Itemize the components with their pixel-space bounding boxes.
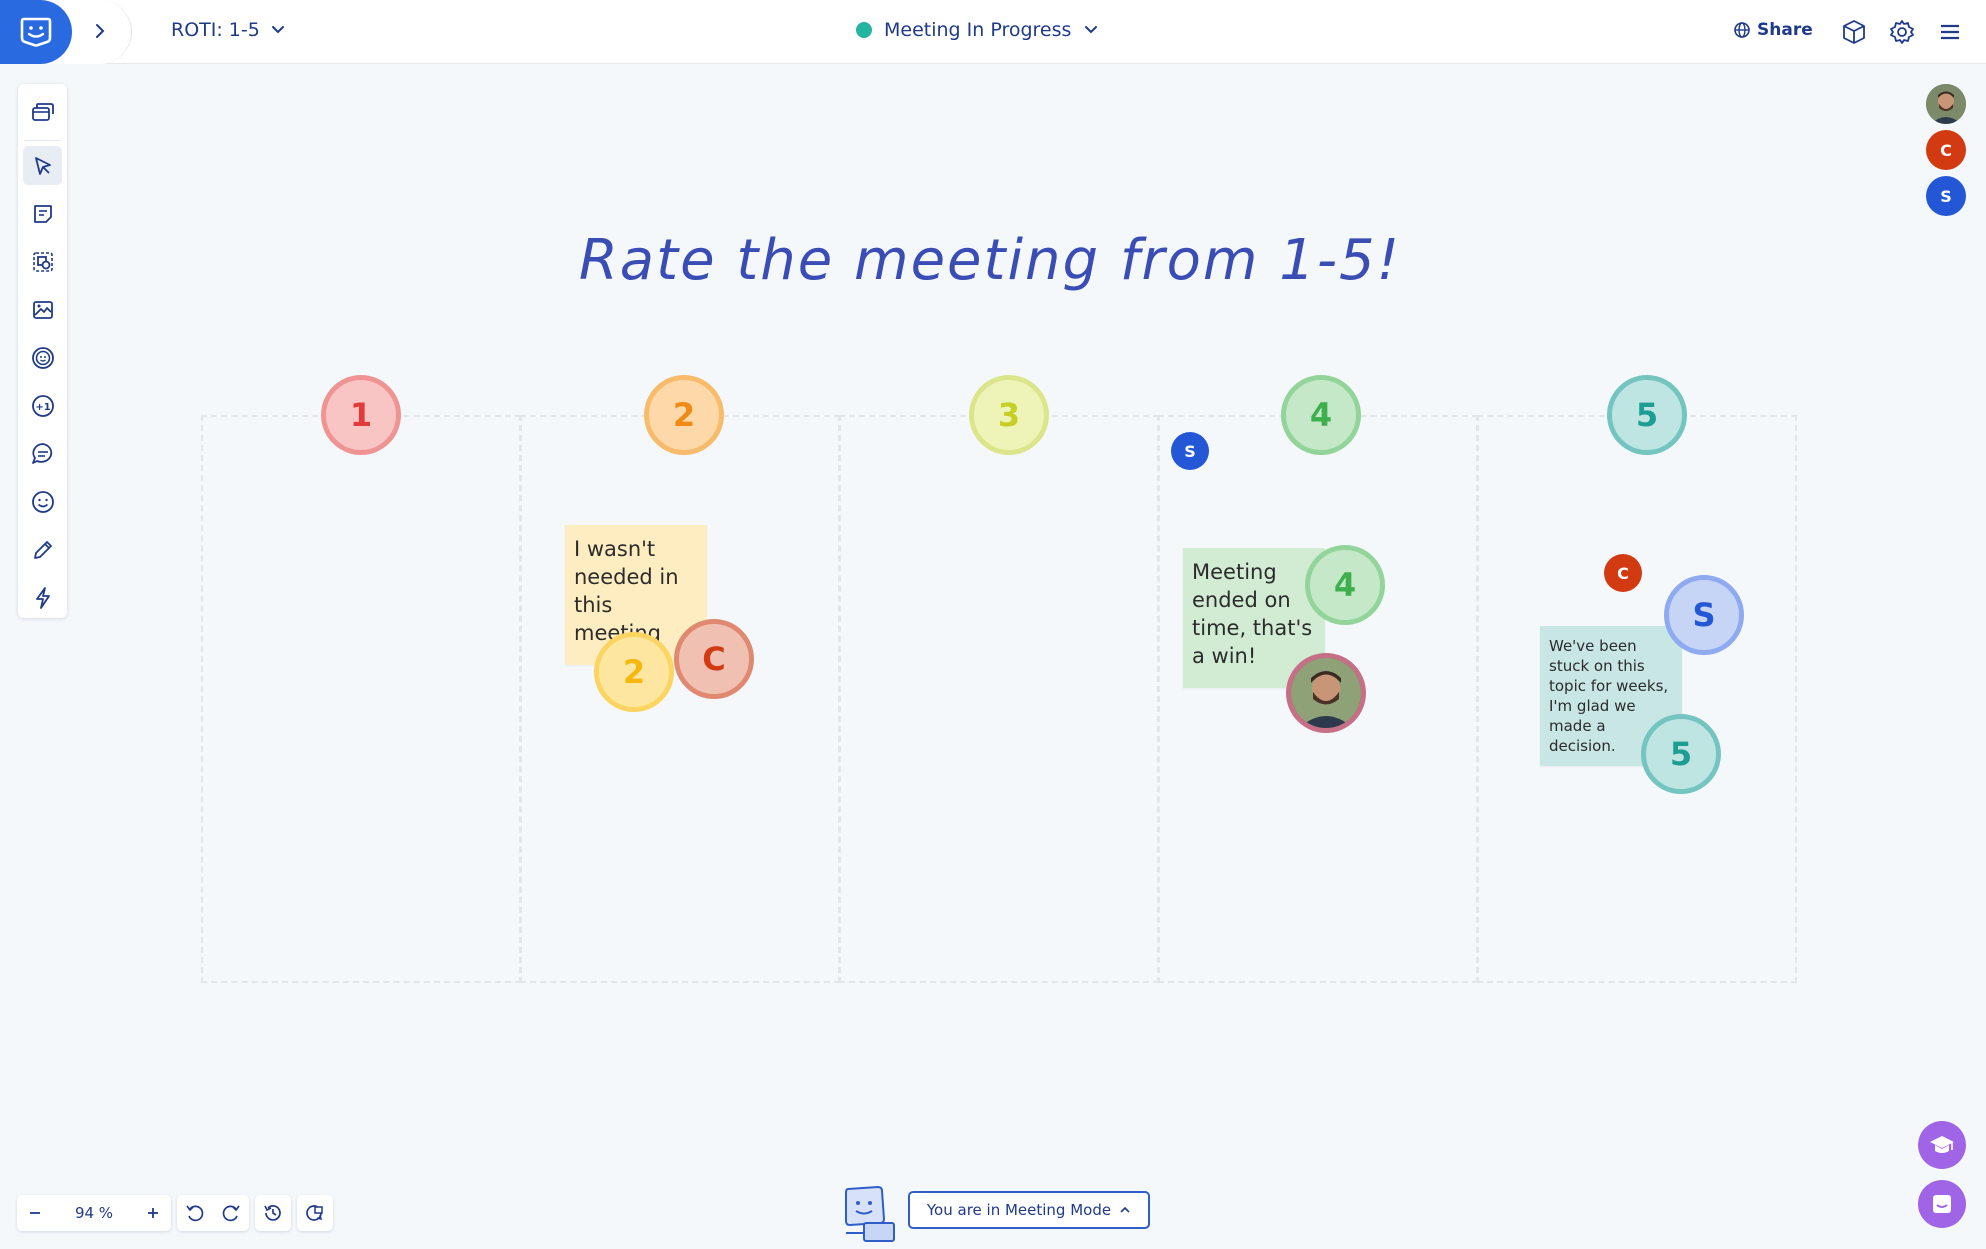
user-photo-vote[interactable] <box>1286 653 1366 733</box>
rating-badge-2[interactable]: 2 <box>644 375 724 455</box>
board-heading[interactable]: Rate the meeting from 1-5! <box>560 228 1420 293</box>
undo-redo-box <box>177 1195 249 1231</box>
plus-icon <box>148 1208 158 1218</box>
minimap-button[interactable] <box>297 1195 333 1231</box>
rating-column-1[interactable] <box>201 415 521 983</box>
avatar-initial: C <box>1940 140 1952 160</box>
comment-icon <box>31 442 52 464</box>
rating-badge-4[interactable]: 4 <box>1281 375 1361 455</box>
rating-column-2[interactable] <box>520 415 840 983</box>
undo-button[interactable] <box>177 1195 213 1231</box>
redo-icon <box>222 1205 240 1222</box>
rating-badge-1[interactable]: 1 <box>321 375 401 455</box>
undo-icon <box>186 1205 204 1222</box>
academy-button[interactable] <box>1918 1121 1966 1169</box>
chat-icon <box>1933 1195 1951 1213</box>
emoji-tool[interactable] <box>23 482 62 521</box>
zoom-in-button[interactable] <box>135 1195 171 1231</box>
left-toolbar: +1 <box>18 84 67 618</box>
vote-chip[interactable]: 5 <box>1641 714 1721 794</box>
user-vote-avatar[interactable]: S <box>1664 575 1744 655</box>
history-box <box>255 1195 291 1231</box>
status-dot <box>856 22 872 38</box>
avatar-photo[interactable] <box>1926 84 1966 124</box>
mascot-icon <box>845 1185 895 1242</box>
redo-button[interactable] <box>213 1195 249 1231</box>
user-vote-avatar[interactable]: C <box>674 619 754 699</box>
rating-badge-3[interactable]: 3 <box>969 375 1049 455</box>
minimap-box <box>297 1195 333 1231</box>
zoom-controls: 94 % <box>17 1195 333 1231</box>
shapes-tool[interactable] <box>23 242 62 281</box>
meeting-mode-label: You are in Meeting Mode <box>926 1201 1112 1219</box>
logo-area <box>0 0 132 64</box>
rating-column-3[interactable] <box>839 415 1159 983</box>
zoom-box: 94 % <box>17 1195 171 1231</box>
vote-chip[interactable]: 4 <box>1305 545 1385 625</box>
share-button[interactable]: Share <box>1733 20 1813 40</box>
toolbar-divider <box>24 140 61 141</box>
templates-tool[interactable] <box>23 578 62 617</box>
meeting-status-dropdown[interactable]: Meeting In Progress <box>856 19 1099 41</box>
pen-icon <box>33 540 52 559</box>
vote-tool[interactable]: +1 <box>23 386 62 425</box>
gear-icon[interactable] <box>1888 18 1916 46</box>
shapes-icon <box>32 251 53 272</box>
image-tool[interactable] <box>23 290 62 329</box>
menu-icon[interactable] <box>1936 18 1964 46</box>
board-title: ROTI: 1-5 <box>171 19 260 41</box>
user-cursor-avatar[interactable]: S <box>1171 432 1209 470</box>
board-title-dropdown[interactable]: ROTI: 1-5 <box>171 19 286 41</box>
avatar-c[interactable]: C <box>1926 130 1966 170</box>
top-bar: ROTI: 1-5 Meeting In Progress Share <box>0 0 1986 64</box>
zoom-level[interactable]: 94 % <box>53 1204 135 1222</box>
meeting-status-label: Meeting In Progress <box>884 19 1072 41</box>
avatar-s[interactable]: S <box>1926 176 1966 216</box>
chevron-down-icon <box>1085 26 1098 34</box>
app-logo-icon <box>20 17 52 47</box>
history-button[interactable] <box>255 1195 291 1231</box>
reactions-tool[interactable] <box>23 338 62 377</box>
comment-tool[interactable] <box>23 434 62 473</box>
meeting-mode-button[interactable]: You are in Meeting Mode <box>908 1191 1150 1229</box>
globe-icon <box>1734 22 1750 38</box>
graduation-cap-icon <box>1930 1136 1954 1153</box>
minus-icon <box>30 1212 40 1214</box>
lightning-icon <box>35 586 50 609</box>
image-icon <box>32 300 53 319</box>
rating-badge-5[interactable]: 5 <box>1607 375 1687 455</box>
chevron-down-icon <box>271 26 284 34</box>
chevron-up-icon <box>1120 1206 1130 1213</box>
cube-icon[interactable] <box>1840 18 1868 46</box>
vote-icon: +1 <box>31 394 54 417</box>
svg-text:+1: +1 <box>35 402 50 413</box>
user-cursor-avatar[interactable]: C <box>1604 554 1642 592</box>
frames-icon <box>31 102 54 121</box>
avatar-initial: S <box>1940 186 1952 206</box>
zoom-out-button[interactable] <box>17 1195 53 1231</box>
select-tool[interactable] <box>23 146 62 185</box>
app-logo[interactable] <box>0 0 72 64</box>
select-icon <box>34 156 51 175</box>
sticky-note-tool[interactable] <box>23 194 62 233</box>
user-photo-icon <box>1926 84 1966 124</box>
chevron-right-icon[interactable] <box>92 20 108 42</box>
history-icon <box>264 1205 281 1221</box>
emoji-icon <box>31 490 54 513</box>
pen-tool[interactable] <box>23 530 62 569</box>
share-label: Share <box>1757 20 1813 40</box>
frames-tool[interactable] <box>23 91 62 130</box>
chat-support-button[interactable] <box>1918 1180 1966 1228</box>
reactions-icon <box>31 346 54 369</box>
user-photo-icon <box>1291 658 1361 728</box>
sticky-note-icon <box>33 204 52 223</box>
minimap-icon <box>306 1205 323 1221</box>
vote-chip[interactable]: 2 <box>594 632 674 712</box>
